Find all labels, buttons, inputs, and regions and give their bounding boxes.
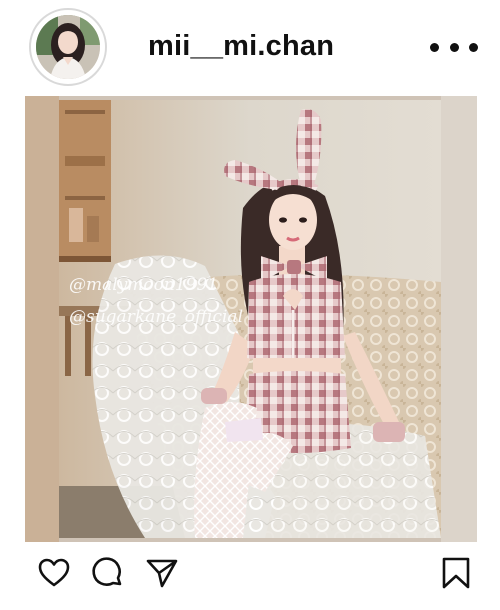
username[interactable]: mii__mi.chan [148, 30, 334, 63]
like-button[interactable] [37, 556, 71, 590]
instagram-post: mii__mi.chan @malymoon1991 @sugarkane_of… [0, 0, 500, 610]
comment-button[interactable] [91, 556, 125, 590]
bookmark-icon [442, 557, 470, 589]
save-button[interactable] [440, 556, 474, 590]
avatar-image [36, 15, 100, 79]
more-dot [449, 42, 459, 52]
send-icon [146, 559, 178, 588]
post-image[interactable]: @malymoon1991 @sugarkane_official [25, 96, 477, 542]
watermark-text: @sugarkane_official [69, 307, 243, 327]
more-dot [469, 42, 478, 52]
more-options-button[interactable] [430, 33, 478, 61]
share-button[interactable] [145, 556, 179, 590]
watermark-text: @malymoon1991 [69, 275, 218, 295]
comment-icon [92, 557, 122, 586]
post-actions [0, 548, 500, 598]
post-header: mii__mi.chan [0, 0, 500, 96]
more-dot [430, 42, 439, 52]
profile-avatar[interactable] [29, 8, 107, 86]
heart-icon [38, 558, 70, 587]
